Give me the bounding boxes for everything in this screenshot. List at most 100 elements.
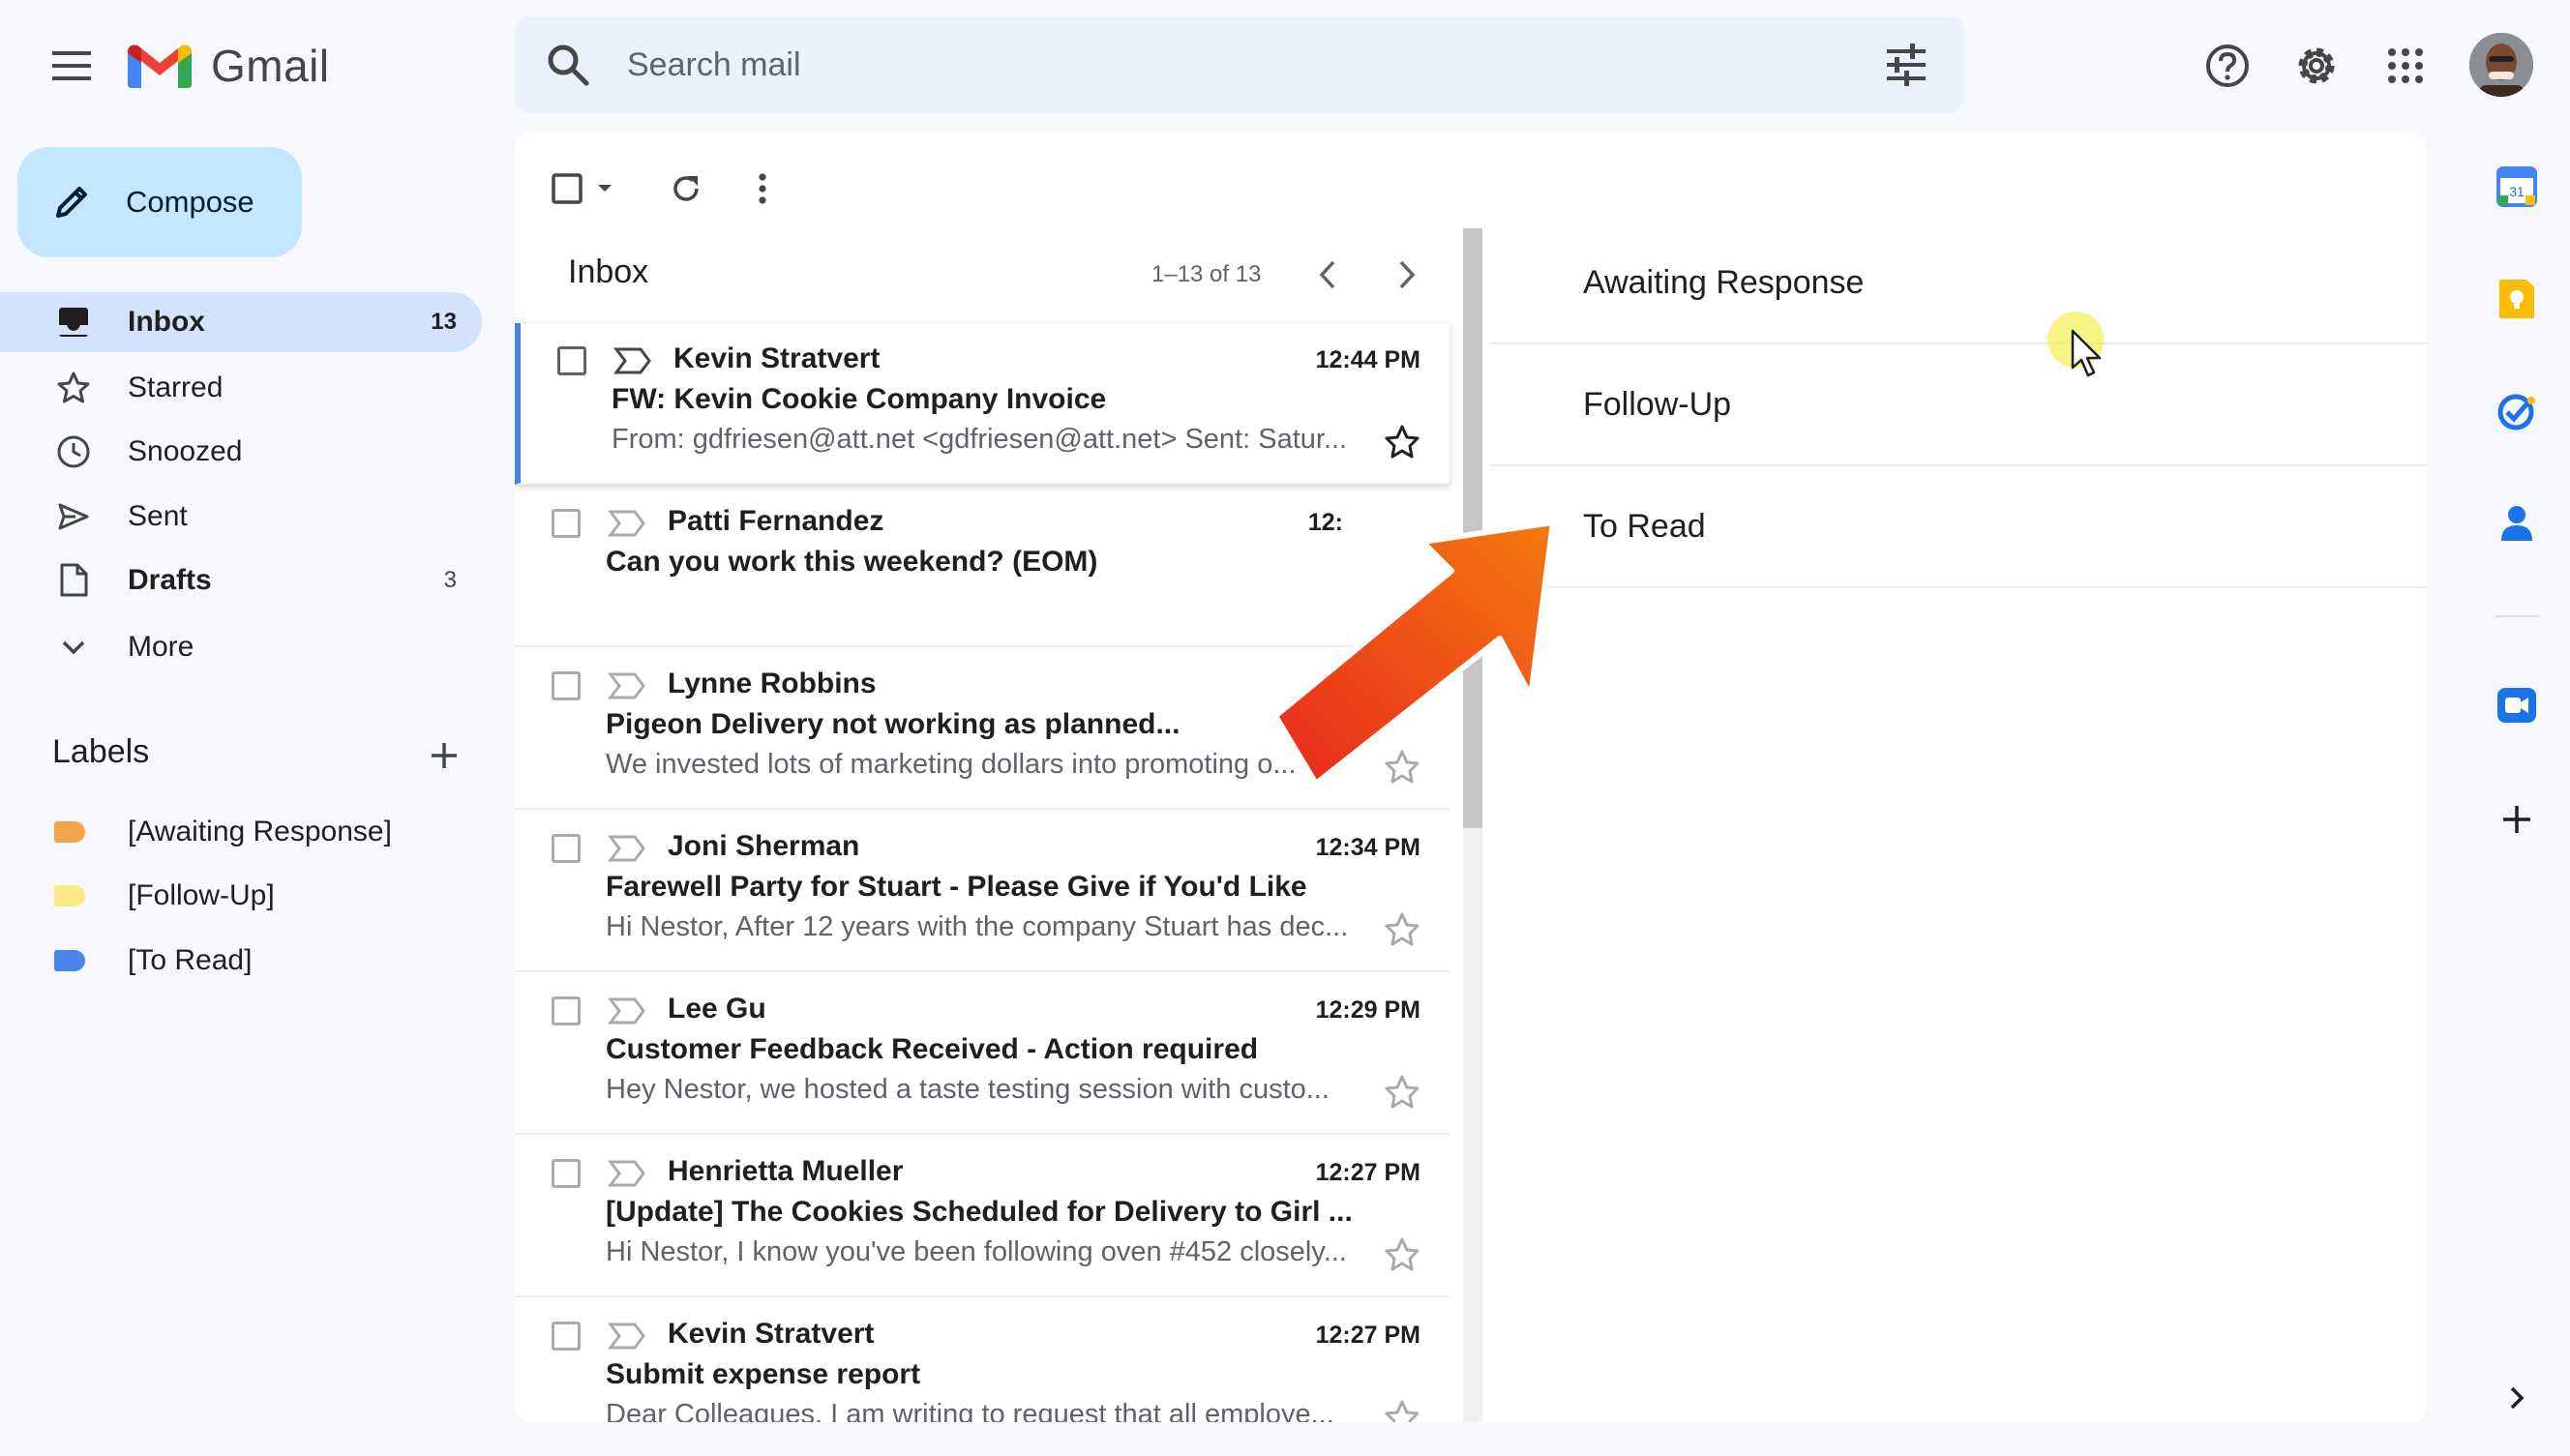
- meet-app-button[interactable]: [2493, 681, 2541, 729]
- important-marker-icon[interactable]: [608, 671, 646, 700]
- nav-item-sent[interactable]: Sent: [0, 487, 482, 547]
- select-all-checkbox[interactable]: [550, 164, 617, 213]
- keep-app-button[interactable]: [2493, 275, 2541, 323]
- important-marker-icon[interactable]: [608, 996, 646, 1025]
- email-snippet: Hey Nestor, we hosted a taste testing se…: [606, 1074, 1330, 1105]
- email-time: 12:34 PM: [1315, 834, 1420, 861]
- create-label-button[interactable]: [422, 733, 466, 778]
- email-row[interactable]: Kevin Stratvert 12:44 PM FW: Kevin Cooki…: [515, 323, 1449, 485]
- newer-button[interactable]: [1300, 248, 1355, 302]
- nav-item-starred[interactable]: Starred: [0, 358, 482, 418]
- plus-icon: [2503, 806, 2530, 833]
- nav-label: Inbox: [128, 306, 205, 338]
- chevron-down-icon: [54, 628, 93, 667]
- list-scrollbar[interactable]: [1463, 228, 1482, 1422]
- email-row[interactable]: Henrietta Mueller 12:27 PM [Update] The …: [515, 1136, 1449, 1297]
- email-sender: Kevin Stratvert: [673, 342, 881, 374]
- get-addons-button[interactable]: [2493, 795, 2541, 844]
- menu-item-awaiting-response[interactable]: Awaiting Response: [1490, 223, 2427, 344]
- gmail-m-icon: [128, 45, 192, 88]
- nav-item-snoozed[interactable]: Snoozed: [0, 422, 482, 482]
- calendar-app-button[interactable]: 31: [2493, 163, 2541, 211]
- important-marker-icon[interactable]: [608, 1159, 646, 1188]
- email-sender: Kevin Stratvert: [668, 1318, 875, 1350]
- app-name: Gmail: [211, 41, 330, 91]
- google-apps-button[interactable]: [2378, 39, 2433, 93]
- label-tag-icon: [54, 950, 85, 971]
- star-icon: [54, 369, 93, 407]
- label-follow-up[interactable]: [Follow-Up]: [54, 869, 275, 923]
- star-icon[interactable]: [1384, 1399, 1420, 1422]
- email-subject: Pigeon Delivery not working as planned..…: [606, 708, 1180, 740]
- nav-count: 13: [431, 309, 457, 335]
- plus-icon: [432, 743, 457, 768]
- expand-side-panel-button[interactable]: [2493, 1374, 2541, 1422]
- clock-icon: [54, 432, 93, 471]
- menu-item-label: Follow-Up: [1583, 385, 1732, 423]
- email-checkbox[interactable]: [552, 1322, 581, 1351]
- email-sender: Joni Sherman: [668, 830, 860, 862]
- main-menu-button[interactable]: [43, 39, 101, 93]
- email-checkbox[interactable]: [552, 1159, 581, 1188]
- settings-button[interactable]: [2289, 39, 2344, 93]
- email-time: 12:27 PM: [1315, 1159, 1420, 1186]
- search-options-button[interactable]: [1881, 40, 1931, 90]
- compose-button[interactable]: Compose: [17, 147, 302, 257]
- support-button[interactable]: [2200, 39, 2255, 93]
- tasks-app-button[interactable]: [2493, 387, 2541, 435]
- email-checkbox[interactable]: [552, 509, 581, 538]
- search-button[interactable]: [544, 41, 592, 89]
- nav-label: Starred: [128, 371, 224, 403]
- star-icon[interactable]: [1384, 1236, 1420, 1273]
- label-awaiting-response[interactable]: [Awaiting Response]: [54, 805, 392, 859]
- email-checkbox[interactable]: [557, 346, 586, 375]
- important-marker-icon[interactable]: [608, 1322, 646, 1351]
- more-vert-icon: [759, 173, 766, 204]
- nav-item-drafts[interactable]: Drafts 3: [0, 550, 482, 610]
- search-icon: [548, 45, 589, 86]
- nav-count: 3: [443, 567, 457, 593]
- nav-item-more[interactable]: More: [0, 617, 482, 677]
- email-checkbox[interactable]: [552, 834, 581, 863]
- contacts-app-button[interactable]: [2493, 499, 2541, 548]
- star-icon[interactable]: [1384, 911, 1420, 948]
- nav-label: Drafts: [128, 564, 212, 596]
- draft-icon: [54, 561, 93, 600]
- list-title: Inbox: [568, 253, 649, 290]
- pencil-icon: [56, 187, 87, 218]
- nav-label: Snoozed: [128, 435, 243, 467]
- refresh-button[interactable]: [662, 164, 710, 213]
- label-tag-icon: [54, 885, 85, 906]
- nav-item-inbox[interactable]: Inbox 13: [0, 292, 482, 352]
- search-bar[interactable]: [515, 16, 1964, 113]
- menu-item-follow-up[interactable]: Follow-Up: [1490, 344, 2427, 466]
- avatar-photo-icon: [2469, 33, 2533, 97]
- important-marker-icon[interactable]: [608, 834, 646, 863]
- email-snippet: From: gdfriesen@att.net <gdfriesen@att.n…: [612, 424, 1348, 455]
- account-avatar[interactable]: [2469, 33, 2533, 97]
- more-options-button[interactable]: [743, 164, 782, 213]
- important-marker-icon[interactable]: [608, 509, 646, 538]
- email-subject: Can you work this weekend? (EOM): [606, 546, 1098, 578]
- email-checkbox[interactable]: [552, 671, 581, 700]
- apps-grid-icon: [2388, 48, 2423, 83]
- gmail-logo[interactable]: Gmail: [128, 37, 330, 95]
- email-time: 12:44 PM: [1315, 346, 1420, 373]
- annotation-arrow-icon: [1272, 520, 1556, 787]
- email-row[interactable]: Kevin Stratvert 12:27 PM Submit expense …: [515, 1298, 1449, 1422]
- star-icon[interactable]: [1384, 424, 1420, 461]
- email-checkbox[interactable]: [552, 996, 581, 1025]
- older-button[interactable]: [1380, 248, 1434, 302]
- checkbox-dropdown-icon: [552, 173, 612, 204]
- help-icon: [2206, 45, 2249, 87]
- search-input[interactable]: [627, 36, 1788, 94]
- star-icon[interactable]: [1384, 1074, 1420, 1111]
- label-to-read[interactable]: [To Read]: [54, 934, 252, 988]
- chevron-right-icon: [1399, 260, 1416, 289]
- side-panel-divider: [2495, 615, 2539, 617]
- label-name: [To Read]: [128, 944, 253, 976]
- menu-item-to-read[interactable]: To Read: [1490, 466, 2427, 588]
- email-row[interactable]: Joni Sherman 12:34 PM Farewell Party for…: [515, 811, 1449, 972]
- email-row[interactable]: Lee Gu 12:29 PM Customer Feedback Receiv…: [515, 973, 1449, 1135]
- important-marker-icon[interactable]: [613, 346, 652, 375]
